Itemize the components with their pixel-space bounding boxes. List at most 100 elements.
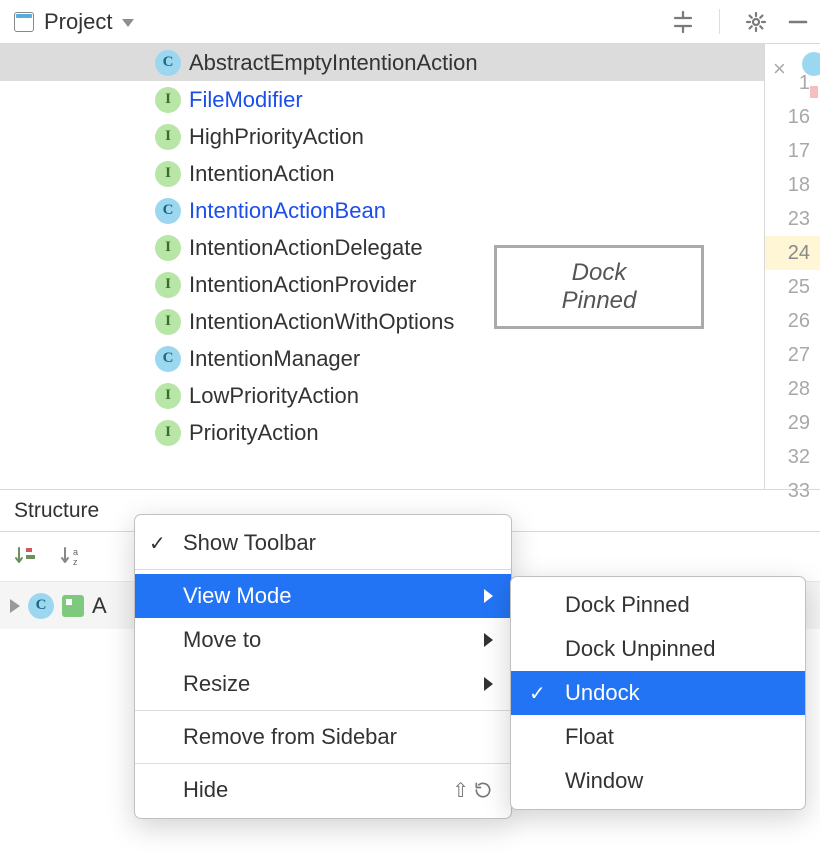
menu-shortcut: ⇧ bbox=[452, 778, 493, 803]
tool-window-actions bbox=[671, 0, 814, 43]
interface-badge-icon: I bbox=[155, 161, 181, 187]
chevron-right-icon bbox=[484, 589, 493, 603]
submenu-item[interactable]: Dock Pinned bbox=[511, 583, 805, 627]
menu-item-label: Remove from Sidebar bbox=[183, 724, 397, 750]
tree-item-label: IntentionAction bbox=[189, 161, 335, 187]
class-badge-icon: C bbox=[155, 198, 181, 224]
tree-item-label: IntentionActionBean bbox=[189, 198, 386, 224]
tree-item[interactable]: C IntentionActionBean bbox=[0, 192, 764, 229]
line-number[interactable]: 27 bbox=[765, 338, 820, 372]
check-icon: ✓ bbox=[529, 681, 546, 706]
line-number[interactable]: 29 bbox=[765, 406, 820, 440]
tooltip-line1: Dock bbox=[562, 259, 637, 287]
interface-badge-icon: I bbox=[155, 87, 181, 113]
submenu-item-label: Dock Unpinned bbox=[565, 636, 715, 662]
submenu-item-label: Window bbox=[565, 768, 643, 794]
class-badge-icon: C bbox=[155, 50, 181, 76]
project-tree[interactable]: Dock Pinned C AbstractEmptyIntentionActio… bbox=[0, 44, 764, 489]
line-number[interactable]: 32 bbox=[765, 440, 820, 474]
menu-item-label: Resize bbox=[183, 671, 250, 697]
editor-tab-badge bbox=[802, 52, 820, 76]
view-mode-submenu: Dock Pinned Dock Unpinned ✓ Undock Float Wind… bbox=[510, 576, 806, 810]
svg-text:a: a bbox=[73, 547, 78, 557]
menu-item[interactable]: View Mode bbox=[135, 574, 511, 618]
gear-icon[interactable] bbox=[744, 10, 768, 34]
tree-item-label: AbstractEmptyIntentionAction bbox=[189, 50, 478, 76]
collapse-icon[interactable] bbox=[671, 10, 695, 34]
tree-item[interactable]: I PriorityAction bbox=[0, 414, 764, 451]
tree-item[interactable]: C IntentionManager bbox=[0, 340, 764, 377]
class-badge-icon: C bbox=[28, 593, 54, 619]
context-menu: ✓Show Toolbar View Mode Move to Resize Remov… bbox=[134, 514, 512, 819]
menu-separator bbox=[135, 763, 511, 764]
restore-icon bbox=[473, 780, 493, 800]
menu-item[interactable]: Resize bbox=[135, 662, 511, 706]
class-badge-icon: C bbox=[155, 346, 181, 372]
submenu-item[interactable]: Float bbox=[511, 715, 805, 759]
tree-item-label: HighPriorityAction bbox=[189, 124, 364, 150]
package-icon bbox=[62, 595, 84, 617]
menu-item[interactable]: ✓Show Toolbar bbox=[135, 521, 511, 565]
submenu-item-label: Float bbox=[565, 724, 614, 750]
line-number[interactable]: 18 bbox=[765, 168, 820, 202]
menu-separator bbox=[135, 569, 511, 570]
expand-triangle-icon[interactable] bbox=[10, 599, 20, 613]
sort-alphabetically-button[interactable]: az bbox=[54, 539, 90, 575]
tree-item[interactable]: I FileModifier bbox=[0, 81, 764, 118]
line-number[interactable]: 23 bbox=[765, 202, 820, 236]
tree-item-label: IntentionActionProvider bbox=[189, 272, 416, 298]
interface-badge-icon: I bbox=[155, 420, 181, 446]
menu-separator bbox=[135, 710, 511, 711]
line-number[interactable]: 24 bbox=[765, 236, 820, 270]
tree-item-label: IntentionManager bbox=[189, 346, 360, 372]
tree-item-label: FileModifier bbox=[189, 87, 303, 113]
tooltip-line2: Pinned bbox=[562, 287, 637, 315]
chevron-right-icon bbox=[484, 633, 493, 647]
line-number[interactable]: 28 bbox=[765, 372, 820, 406]
main-area: Dock Pinned C AbstractEmptyIntentionActio… bbox=[0, 44, 820, 489]
interface-badge-icon: I bbox=[155, 272, 181, 298]
interface-badge-icon: I bbox=[155, 309, 181, 335]
menu-item-label: Move to bbox=[183, 627, 261, 653]
menu-item-label: Hide bbox=[183, 777, 228, 803]
tree-item-label: IntentionActionWithOptions bbox=[189, 309, 454, 335]
submenu-item[interactable]: ✓ Undock bbox=[511, 671, 805, 715]
menu-item[interactable]: Move to bbox=[135, 618, 511, 662]
shift-icon: ⇧ bbox=[452, 778, 469, 803]
sort-by-visibility-button[interactable] bbox=[8, 539, 44, 575]
interface-badge-icon: I bbox=[155, 124, 181, 150]
tree-item-label: IntentionActionDelegate bbox=[189, 235, 423, 261]
structure-title: Structure bbox=[14, 499, 99, 523]
close-tab-icon[interactable]: × bbox=[773, 56, 786, 82]
line-number[interactable]: 33 bbox=[765, 474, 820, 508]
dock-pinned-tooltip: Dock Pinned bbox=[494, 245, 704, 329]
tree-item[interactable]: I IntentionAction bbox=[0, 155, 764, 192]
svg-text:z: z bbox=[73, 557, 78, 567]
project-icon bbox=[14, 12, 34, 32]
menu-item[interactable]: Remove from Sidebar bbox=[135, 715, 511, 759]
structure-item-label: A bbox=[92, 593, 107, 619]
tree-item[interactable]: C AbstractEmptyIntentionAction bbox=[0, 44, 764, 81]
project-label: Project bbox=[44, 9, 112, 35]
check-icon: ✓ bbox=[149, 531, 166, 556]
line-number[interactable]: 17 bbox=[765, 134, 820, 168]
gutter-marker bbox=[810, 86, 818, 98]
line-number[interactable]: 26 bbox=[765, 304, 820, 338]
editor-gutter: × 1161718232425262728293233 bbox=[764, 44, 820, 489]
tree-item[interactable]: ILowPriorityAction bbox=[0, 377, 764, 414]
tree-item[interactable]: I HighPriorityAction bbox=[0, 118, 764, 155]
line-number[interactable]: 25 bbox=[765, 270, 820, 304]
tree-item-label: PriorityAction bbox=[189, 420, 319, 446]
separator bbox=[719, 9, 720, 35]
interface-badge-icon: I bbox=[155, 235, 181, 261]
project-dropdown[interactable]: Project bbox=[0, 0, 148, 43]
submenu-item-label: Dock Pinned bbox=[565, 592, 690, 618]
line-number[interactable]: 16 bbox=[765, 100, 820, 134]
chevron-down-icon bbox=[122, 19, 134, 27]
menu-item[interactable]: Hide ⇧ bbox=[135, 768, 511, 812]
interface-badge-icon: I bbox=[155, 383, 181, 409]
minimize-icon[interactable] bbox=[786, 10, 810, 34]
submenu-item[interactable]: Dock Unpinned bbox=[511, 627, 805, 671]
submenu-item[interactable]: Window bbox=[511, 759, 805, 803]
submenu-item-label: Undock bbox=[565, 680, 640, 706]
